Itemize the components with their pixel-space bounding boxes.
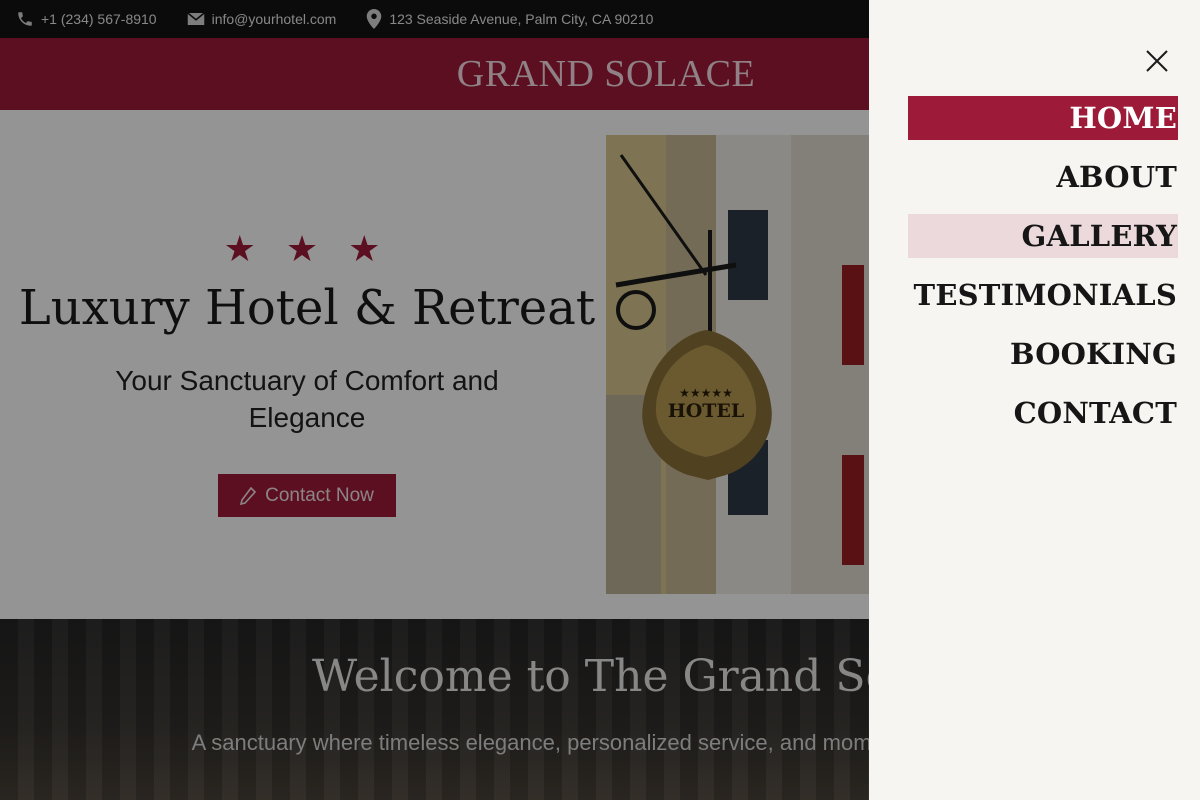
nav-item-home[interactable]: HOME — [908, 96, 1178, 140]
nav-item-gallery[interactable]: GALLERY — [908, 214, 1178, 258]
nav-item-booking[interactable]: BOOKING — [908, 332, 1178, 376]
nav-item-about[interactable]: ABOUT — [908, 155, 1178, 199]
nav-item-testimonials[interactable]: TESTIMONIALS — [908, 273, 1178, 317]
close-menu-button[interactable] — [1145, 49, 1169, 73]
nav-item-contact[interactable]: CONTACT — [908, 391, 1178, 435]
close-icon — [1146, 50, 1168, 72]
side-navigation-drawer: HOME ABOUT GALLERY TESTIMONIALS BOOKING CONTA… — [869, 0, 1200, 800]
